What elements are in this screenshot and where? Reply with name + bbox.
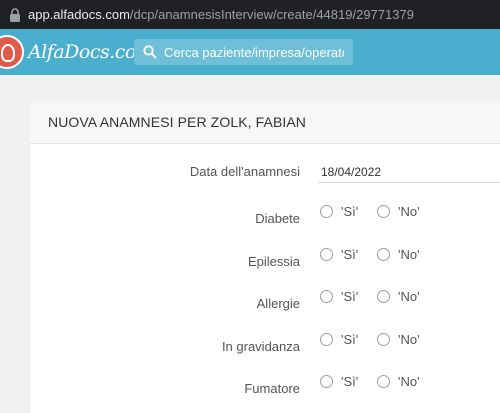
search-icon xyxy=(143,45,157,59)
option-no-label: 'No' xyxy=(398,332,420,347)
page-title: NUOVA ANAMNESI PER ZOLK, FABIAN xyxy=(48,114,307,130)
radio-fumatore-no[interactable] xyxy=(377,375,390,388)
search-input[interactable] xyxy=(164,44,344,60)
option-yes-label: 'Sì' xyxy=(341,247,359,262)
anamnesis-form: Data dell'anamnesi 18/04/2022 Diabete 'S… xyxy=(30,144,500,413)
option-no-label: 'No' xyxy=(398,247,420,262)
url-host: app.alfadocs.com xyxy=(28,7,130,22)
radio-gravidanza-yes[interactable] xyxy=(320,333,333,346)
date-label: Data dell'anamnesi xyxy=(189,164,300,179)
option-no-label: 'No' xyxy=(398,289,420,304)
option-yes-label: 'Sì' xyxy=(341,289,359,304)
radio-gravidanza-no[interactable] xyxy=(377,333,390,346)
question-label-allergie: Allergie xyxy=(256,296,300,311)
option-no-label: 'No' xyxy=(398,204,420,219)
question-label-epilessia: Epilessia xyxy=(247,254,300,269)
lock-icon xyxy=(10,7,20,22)
radio-diabete-yes[interactable] xyxy=(320,205,333,218)
radio-epilessia-yes[interactable] xyxy=(320,248,333,261)
url-path: /dcp/anamnesisInterview/create/44819/297… xyxy=(129,7,414,22)
option-yes-label: 'Sì' xyxy=(341,204,359,219)
question-label-gravidanza: In gravidanza xyxy=(221,339,300,354)
radio-epilessia-no[interactable] xyxy=(377,248,390,261)
radio-fumatore-yes[interactable] xyxy=(320,375,333,388)
option-no-label: 'No' xyxy=(398,374,420,389)
option-yes-label: 'Sì' xyxy=(341,374,359,389)
question-label-diabete: Diabete xyxy=(255,211,300,226)
option-yes-label: 'Sì' xyxy=(341,332,359,347)
app-header: AlfaDocs.com xyxy=(0,29,500,75)
browser-url-bar[interactable]: app.alfadocs.com/dcp/anamnesisInterview/… xyxy=(0,0,500,29)
date-field[interactable]: 18/04/2022 xyxy=(321,165,381,179)
card-header: NUOVA ANAMNESI PER ZOLK, FABIAN xyxy=(30,101,500,144)
question-label-fumatore: Fumatore xyxy=(244,381,300,396)
search-box[interactable] xyxy=(134,39,353,65)
radio-diabete-no[interactable] xyxy=(377,205,390,218)
alfadocs-logo[interactable]: AlfaDocs.com xyxy=(0,33,154,71)
radio-allergie-yes[interactable] xyxy=(320,290,333,303)
date-field-underline xyxy=(318,182,500,183)
logo-badge-icon xyxy=(0,35,24,69)
radio-allergie-no[interactable] xyxy=(377,290,390,303)
